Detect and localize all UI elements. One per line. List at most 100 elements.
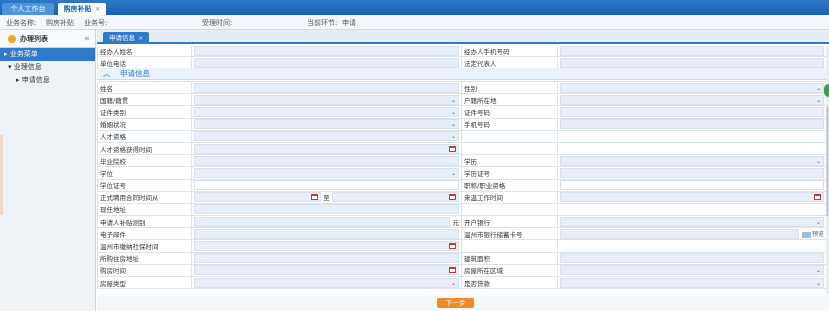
- left-select-2[interactable]: ⌄: [194, 106, 459, 117]
- field-cell: [191, 178, 462, 192]
- field-label: 国籍/籍贯: [97, 93, 192, 107]
- field-label: [461, 239, 558, 253]
- field-label: 性别: [461, 80, 558, 95]
- subsidy-type-input[interactable]: [194, 216, 450, 227]
- left-select-1[interactable]: ⌄: [194, 94, 459, 105]
- field-wrapper: ⌄: [560, 216, 824, 227]
- right-select-16[interactable]: ⌄: [560, 277, 824, 288]
- left-date-input-13[interactable]: [194, 241, 459, 252]
- form-row: 温州市缴纳社保时间: [97, 239, 827, 253]
- field-label: 正式聘用合同时间从: [97, 190, 192, 204]
- date-to-input[interactable]: [331, 192, 459, 203]
- field-cell: [191, 141, 462, 156]
- left-input-14[interactable]: [194, 253, 459, 264]
- form-row: 人才资格 ⌄: [97, 129, 827, 143]
- chevron-down-icon[interactable]: ⌄: [451, 96, 456, 105]
- sidebar-item-process-info[interactable]: ▾ 业理信息: [0, 61, 95, 74]
- date-from-input[interactable]: [194, 192, 322, 203]
- chevron-down-icon[interactable]: ⌄: [816, 266, 821, 275]
- chevron-down-icon[interactable]: ⌄: [816, 96, 821, 105]
- right-input-8[interactable]: [560, 180, 824, 191]
- field-cell: ⌄: [191, 93, 462, 107]
- chevron-down-icon[interactable]: ⌄: [816, 84, 821, 93]
- bank-card-input[interactable]: [560, 228, 799, 239]
- current-step-value: 申请: [342, 19, 356, 27]
- chevron-down-icon[interactable]: ⌄: [451, 120, 456, 129]
- right-select-6[interactable]: ⌄: [560, 155, 824, 166]
- chevron-down-icon[interactable]: ⌄: [451, 169, 456, 178]
- tab-personal-workbench[interactable]: 个人工作台: [2, 3, 54, 15]
- right-input-14[interactable]: [560, 253, 824, 264]
- field-label: 人才资格获得时间: [97, 141, 192, 156]
- main-content: 申请信息 × 经办人姓名 经办人手机号码 单位电话 法定代表人 ︽ 申请信息 姓名性…: [97, 30, 829, 311]
- legal-rep-input[interactable]: [560, 57, 824, 68]
- right-input-7[interactable]: [560, 167, 824, 178]
- close-icon[interactable]: ×: [95, 5, 101, 13]
- field-cell: ⌄: [557, 215, 827, 229]
- calendar-icon[interactable]: [311, 194, 319, 201]
- floating-handle-icon[interactable]: [824, 84, 829, 97]
- calendar-icon[interactable]: [449, 267, 456, 274]
- collapse-chevron-icon[interactable]: ︽: [103, 70, 110, 78]
- field-cell: [557, 117, 827, 131]
- calendar-icon[interactable]: [449, 145, 456, 152]
- agent-name-input[interactable]: [194, 46, 459, 56]
- left-input-8[interactable]: [194, 180, 459, 191]
- section-header[interactable]: ︽ 申请信息: [97, 68, 826, 80]
- field-cell: [557, 46, 827, 58]
- chevron-down-icon[interactable]: ⌄: [816, 279, 821, 288]
- preview-button[interactable]: 预览: [801, 229, 824, 238]
- left-input-6[interactable]: [194, 155, 459, 166]
- calendar-icon[interactable]: [814, 194, 821, 201]
- field-label: 现任地址: [97, 202, 192, 217]
- chevron-down-icon[interactable]: ⌄: [816, 218, 821, 227]
- field-cell: [191, 202, 462, 217]
- left-select-3[interactable]: ⌄: [194, 119, 459, 130]
- left-input-12[interactable]: [194, 228, 459, 239]
- field-wrapper: ⌄: [194, 94, 459, 105]
- chevron-down-icon[interactable]: ⌄: [451, 279, 456, 288]
- left-input-0[interactable]: [194, 82, 459, 93]
- field-wrapper: [194, 180, 459, 191]
- unit-phone-input[interactable]: [194, 57, 459, 68]
- field-label: 经办人姓名: [97, 46, 192, 58]
- left-select-16[interactable]: ⌄: [194, 277, 459, 288]
- collapse-icon[interactable]: «: [84, 30, 90, 48]
- form-row: 人才资格获得时间: [97, 141, 827, 156]
- field-cell: [557, 202, 827, 217]
- next-step-button[interactable]: 下一步: [437, 298, 474, 308]
- chevron-down-icon[interactable]: ⌄: [816, 157, 821, 166]
- left-date-input-15[interactable]: [194, 265, 459, 276]
- form-row: 房屋类型 ⌄ 是否贷款 ⌄: [97, 275, 827, 290]
- sidebar-accent: [0, 135, 3, 215]
- right-select-1[interactable]: ⌄: [560, 94, 824, 105]
- close-icon[interactable]: ×: [138, 34, 143, 42]
- left-select-4[interactable]: ⌄: [194, 131, 459, 142]
- agent-phone-input[interactable]: [560, 46, 824, 56]
- chevron-down-icon[interactable]: ⌄: [451, 132, 456, 141]
- right-input-2[interactable]: [560, 106, 824, 117]
- field-label: 来温工作时间: [461, 190, 558, 204]
- left-select-7[interactable]: ⌄: [194, 167, 459, 178]
- right-select-15[interactable]: ⌄: [560, 265, 824, 276]
- calendar-icon[interactable]: [449, 243, 456, 250]
- right-select-11[interactable]: ⌄: [560, 216, 824, 227]
- left-input-10[interactable]: [194, 204, 459, 215]
- chevron-down-icon[interactable]: ⌄: [451, 108, 456, 117]
- right-input-3[interactable]: [560, 119, 824, 130]
- left-date-input-5[interactable]: [194, 143, 459, 154]
- tab-label: 购房补贴: [63, 5, 92, 13]
- form-row: 现任地址: [97, 202, 827, 217]
- right-date-input-9[interactable]: [560, 192, 824, 203]
- field-label: 姓名: [97, 80, 192, 95]
- field-cell: ⌄: [557, 275, 827, 290]
- right-select-0[interactable]: ⌄: [560, 82, 824, 93]
- tab-application-info[interactable]: 申请信息 ×: [103, 32, 150, 44]
- field-cell: [191, 251, 462, 265]
- tab-housing-subsidy[interactable]: 购房补贴 ×: [58, 3, 106, 15]
- sidebar-item-application-info[interactable]: ▸ 申请信息: [0, 74, 95, 87]
- sidebar-item-business-menu[interactable]: ▸ 业务菜单: [0, 48, 95, 61]
- field-wrapper: ⌄: [194, 167, 459, 178]
- calendar-icon[interactable]: [449, 194, 456, 201]
- field-cell: [557, 190, 827, 204]
